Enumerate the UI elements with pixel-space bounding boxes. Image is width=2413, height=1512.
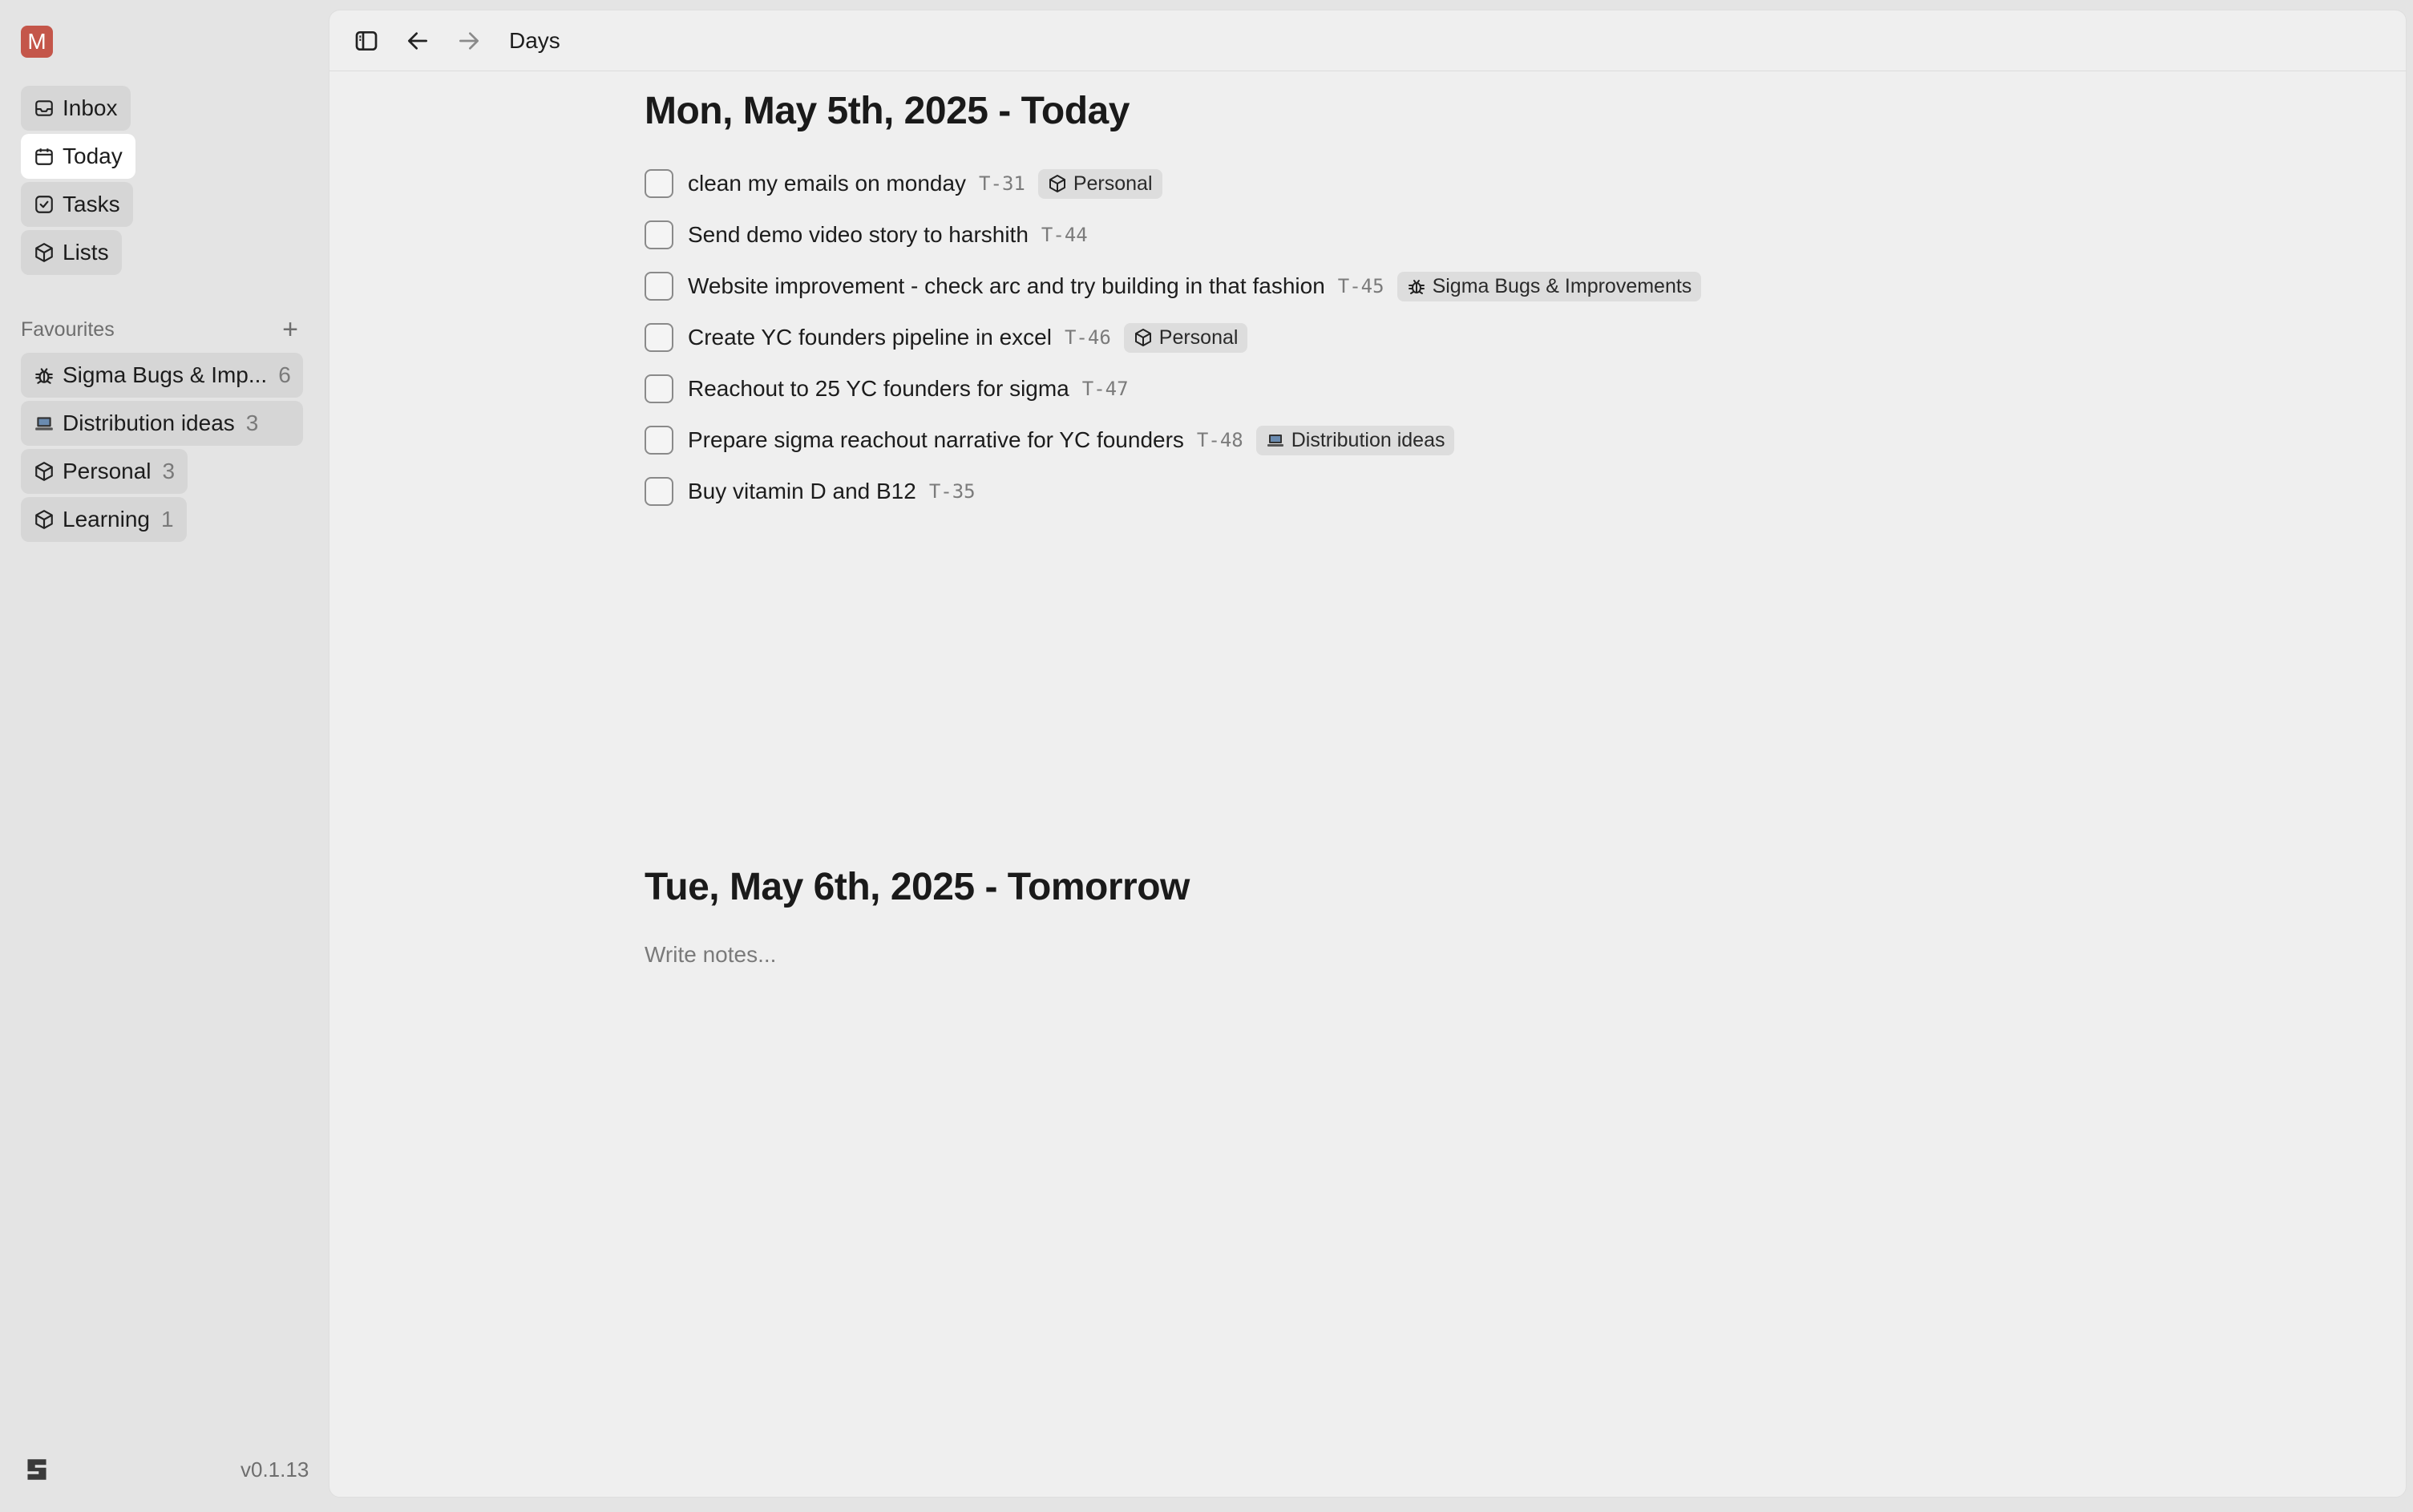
favourite-count: 1 (160, 507, 174, 532)
add-favourite-button[interactable]: + (282, 316, 298, 343)
check-square-icon (35, 196, 53, 213)
box-icon (1049, 175, 1065, 192)
task-title[interactable]: Create YC founders pipeline in excel (688, 325, 1052, 350)
topbar: Days (329, 10, 2406, 71)
task-title[interactable]: Buy vitamin D and B12 (688, 479, 916, 504)
box-icon (35, 510, 53, 529)
box-icon (1134, 329, 1151, 346)
nav-item-label: Lists (63, 240, 109, 265)
task-id: T-46 (1064, 326, 1111, 349)
nav-item-inbox[interactable]: Inbox (21, 86, 131, 131)
task-checkbox[interactable] (645, 426, 673, 455)
task-id: T-47 (1081, 378, 1129, 400)
task-row: Website improvement - check arc and try … (645, 269, 1702, 304)
laptop-icon (1267, 435, 1283, 447)
favourite-label: Personal (63, 459, 152, 483)
task-id: T-31 (979, 172, 1025, 195)
task-id: T-35 (928, 480, 976, 503)
forward-arrow-icon[interactable] (456, 28, 482, 54)
tag-label: Distribution ideas (1291, 428, 1445, 451)
task-checkbox[interactable] (645, 374, 673, 403)
day-heading-today: Mon, May 5th, 2025 - Today (645, 90, 1130, 132)
task-row: Buy vitamin D and B12 T-35 (645, 474, 976, 509)
task-checkbox[interactable] (645, 272, 673, 301)
task-row: clean my emails on monday T-31 Personal (645, 166, 1162, 201)
task-checkbox[interactable] (645, 220, 673, 249)
task-title[interactable]: Reachout to 25 YC founders for sigma (688, 376, 1069, 402)
bug-icon (1408, 280, 1425, 294)
main-panel: Days Mon, May 5th, 2025 - Today clean my… (329, 10, 2407, 1498)
task-title[interactable]: clean my emails on monday (688, 171, 966, 196)
notes-input[interactable]: Write notes... (645, 942, 776, 968)
box-icon (35, 462, 53, 481)
calendar-icon (35, 148, 53, 165)
laptop-icon (35, 417, 53, 431)
task-row: Prepare sigma reachout narrative for YC … (645, 422, 1455, 458)
task-title[interactable]: Send demo video story to harshith (688, 222, 1029, 248)
tag-label: Sigma Bugs & Improvements (1432, 274, 1692, 297)
task-list-tag[interactable]: Personal (1123, 322, 1248, 353)
task-row: Reachout to 25 YC founders for sigma T-4… (645, 371, 1129, 406)
task-list-tag[interactable]: Personal (1037, 168, 1162, 199)
app-window: M Inbox Today Tasks Lists Favourites + S… (0, 0, 2413, 1512)
task-id: T-48 (1196, 429, 1243, 451)
nav-item-label: Inbox (63, 95, 118, 120)
task-row: Send demo video story to harshith T-44 (645, 217, 1088, 253)
favourite-count: 6 (278, 362, 291, 387)
task-id: T-44 (1041, 224, 1088, 246)
task-title[interactable]: Website improvement - check arc and try … (688, 273, 1325, 299)
bug-icon (35, 368, 53, 384)
nav-item-label: Tasks (63, 192, 120, 216)
nav-item-today[interactable]: Today (21, 134, 135, 179)
nav-item-lists[interactable]: Lists (21, 230, 122, 275)
favourite-learning[interactable]: Learning 1 (21, 497, 187, 542)
app-version: v0.1.13 (240, 1457, 309, 1482)
favourite-sigma-bugs[interactable]: Sigma Bugs & Imp... 6 (21, 353, 303, 398)
back-arrow-icon[interactable] (405, 28, 430, 54)
workspace-avatar[interactable]: M (21, 26, 53, 58)
page-title: Days (509, 28, 560, 53)
favourite-distribution-ideas[interactable]: Distribution ideas 3 (21, 401, 303, 446)
favourite-personal[interactable]: Personal 3 (21, 449, 188, 494)
nav-item-label: Today (63, 144, 123, 168)
nav-item-tasks[interactable]: Tasks (21, 182, 133, 227)
favourite-label: Learning (63, 507, 150, 532)
favourites-header: Favourites + (21, 316, 298, 343)
favourite-count: 3 (245, 410, 259, 435)
task-id: T-45 (1337, 275, 1384, 297)
inbox-icon (35, 100, 53, 116)
tag-label: Personal (1158, 325, 1239, 349)
favourite-label: Distribution ideas (63, 410, 235, 435)
task-list-tag[interactable]: Sigma Bugs & Improvements (1396, 271, 1702, 301)
favourites-label: Favourites (21, 317, 115, 341)
task-checkbox[interactable] (645, 477, 673, 506)
task-title[interactable]: Prepare sigma reachout narrative for YC … (688, 427, 1184, 453)
box-icon (35, 243, 53, 262)
task-row: Create YC founders pipeline in excel T-4… (645, 320, 1248, 355)
app-logo-icon (27, 1459, 46, 1480)
tag-label: Personal (1073, 172, 1153, 195)
favourite-count: 3 (162, 459, 176, 483)
task-checkbox[interactable] (645, 169, 673, 198)
day-heading-tomorrow: Tue, May 6th, 2025 - Tomorrow (645, 866, 1190, 908)
toggle-sidebar-icon[interactable] (354, 28, 379, 54)
task-checkbox[interactable] (645, 323, 673, 352)
favourite-label: Sigma Bugs & Imp... (63, 362, 268, 387)
sidebar: M Inbox Today Tasks Lists Favourites + S… (0, 0, 329, 1512)
task-list-tag[interactable]: Distribution ideas (1255, 425, 1455, 455)
